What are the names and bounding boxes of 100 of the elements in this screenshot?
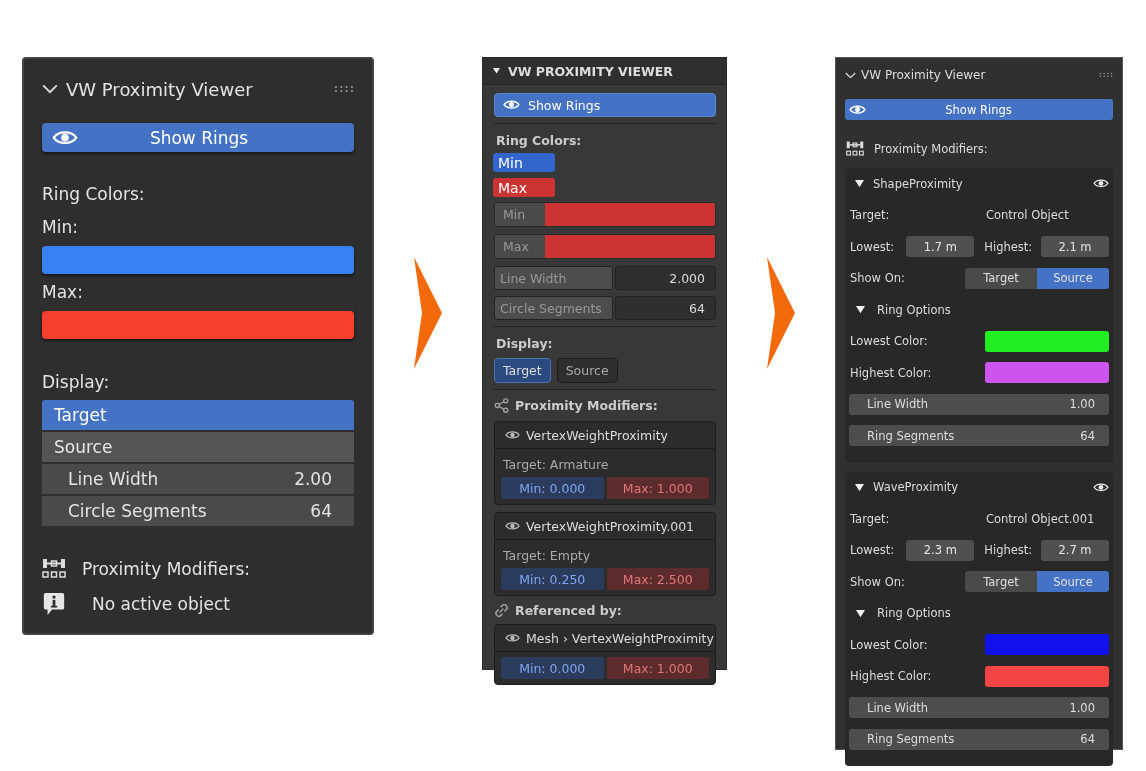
field-label: Target:: [850, 511, 891, 526]
color-tag[interactable]: Max: [493, 178, 555, 197]
display-option[interactable]: Source: [42, 432, 354, 462]
color-swatch[interactable]: [985, 634, 1109, 656]
color-swatch[interactable]: [42, 246, 354, 274]
target-text: Target: Armature: [503, 457, 609, 472]
modifier-icon: [846, 140, 864, 158]
field-label: Min:: [42, 217, 78, 237]
display-option[interactable]: Target: [42, 400, 354, 430]
field-label: Show On:: [850, 271, 905, 286]
target-text: Target: Empty: [503, 548, 591, 563]
color-swatch[interactable]: [545, 203, 715, 226]
eye-icon: [503, 99, 520, 111]
arrow-icon: [414, 257, 442, 369]
field-label: Max:: [42, 282, 83, 302]
display-option[interactable]: Target: [494, 358, 551, 383]
number-field[interactable]: Ring Segments 64: [849, 728, 1109, 750]
number-field[interactable]: Ring Segments 64: [849, 425, 1109, 446]
panel-title: VW PROXIMITY VIEWER: [508, 63, 673, 79]
show-on-option[interactable]: Source: [1037, 267, 1109, 289]
target-value: Control Object: [986, 208, 1069, 223]
arrow-icon: [767, 257, 795, 369]
triangle-icon[interactable]: [493, 68, 500, 74]
field-label: Circle Segments: [494, 296, 613, 320]
min-value: Min: 0.250: [501, 568, 604, 590]
panel-title: VW Proximity Viewer: [66, 78, 254, 100]
field-label: Max: [495, 235, 545, 258]
eye-icon: [505, 430, 520, 440]
section-label: Proximity Modifiers:: [82, 559, 250, 579]
chevron-icon[interactable]: [845, 71, 856, 79]
show-on-option[interactable]: Target: [965, 571, 1037, 593]
number-field[interactable]: 64: [615, 296, 716, 320]
field-label: Highest:: [984, 543, 1034, 558]
number-field[interactable]: 1.7 m: [906, 236, 975, 258]
number-field[interactable]: Line Width 2.00: [42, 464, 354, 494]
eye-icon: [1093, 481, 1109, 493]
triangle-icon[interactable]: [856, 609, 865, 617]
section-label: Display:: [42, 372, 110, 392]
number-field[interactable]: Line Width 1.00: [849, 393, 1109, 415]
eye-icon: [505, 633, 520, 643]
field-label: Lowest Color:: [850, 334, 928, 349]
reference-name: Mesh › VertexWeightProximity: [526, 630, 714, 646]
grip-icon: [334, 85, 354, 93]
share-icon: [494, 397, 509, 413]
grip-icon: [1099, 72, 1113, 78]
number-field[interactable]: Circle Segments 64: [42, 496, 354, 526]
show-rings-button[interactable]: Show Rings: [42, 123, 354, 152]
show-rings-button[interactable]: Show Rings: [494, 93, 716, 117]
triangle-icon[interactable]: [855, 180, 864, 188]
color-swatch[interactable]: [545, 235, 715, 258]
chevron-icon[interactable]: [42, 84, 58, 94]
modifier-name: ShapeProximity: [873, 176, 964, 191]
field-label: Lowest:: [850, 543, 896, 558]
field-label: Line Width: [494, 266, 613, 290]
color-swatch[interactable]: [985, 330, 1109, 352]
triangle-icon[interactable]: [856, 306, 865, 314]
display-option[interactable]: Source: [556, 358, 618, 383]
eye-icon: [1093, 178, 1109, 189]
field-label: Highest:: [984, 239, 1034, 254]
subsection-label: Ring Options: [877, 606, 951, 621]
field-label: Lowest Color:: [850, 637, 928, 652]
eye-icon: [52, 128, 78, 147]
eye-icon: [849, 103, 866, 116]
color-swatch[interactable]: [42, 311, 354, 339]
section-label: Display:: [496, 335, 553, 351]
color-tag[interactable]: Min: [493, 153, 555, 172]
number-field[interactable]: Line Width 1.00: [849, 697, 1109, 718]
field-label: Highest Color:: [850, 669, 932, 684]
color-swatch[interactable]: [985, 362, 1109, 384]
number-field[interactable]: 2.000: [615, 266, 716, 290]
field-label: Lowest:: [850, 239, 896, 254]
info-icon: [42, 592, 66, 616]
show-on-option[interactable]: Source: [1037, 571, 1109, 593]
section-label: Ring Colors:: [496, 132, 582, 148]
min-value: Min: 0.000: [501, 477, 604, 499]
field-label: Target:: [850, 208, 891, 223]
target-value: Control Object.001: [986, 511, 1095, 526]
field-label: Show On:: [850, 574, 905, 589]
color-swatch[interactable]: [985, 665, 1109, 687]
subsection-label: Ring Options: [877, 302, 951, 317]
max-value: Max: 2.500: [606, 568, 709, 590]
link-icon: [494, 602, 509, 618]
show-on-option[interactable]: Target: [965, 267, 1037, 289]
triangle-icon[interactable]: [855, 483, 864, 491]
modifier-name: WaveProximity: [873, 480, 960, 495]
modifier-name: VertexWeightProximity.001: [526, 518, 695, 534]
number-field[interactable]: 2.7 m: [1040, 539, 1109, 561]
section-label: Referenced by:: [515, 602, 622, 618]
min-value: Min: 0.000: [501, 657, 604, 679]
modifier-icon: [42, 557, 66, 581]
section-label: Ring Colors:: [42, 184, 145, 204]
number-field[interactable]: 2.3 m: [906, 539, 975, 561]
info-text: No active object: [92, 594, 230, 614]
field-label: Highest Color:: [850, 365, 932, 380]
section-label: Proximity Modifiers:: [515, 397, 658, 413]
show-rings-button[interactable]: Show Rings: [845, 99, 1113, 120]
max-value: Max: 1.000: [606, 477, 709, 499]
number-field[interactable]: 2.1 m: [1040, 236, 1109, 258]
panel-title: VW Proximity Viewer: [861, 68, 987, 82]
modifier-name: VertexWeightProximity: [526, 427, 668, 443]
